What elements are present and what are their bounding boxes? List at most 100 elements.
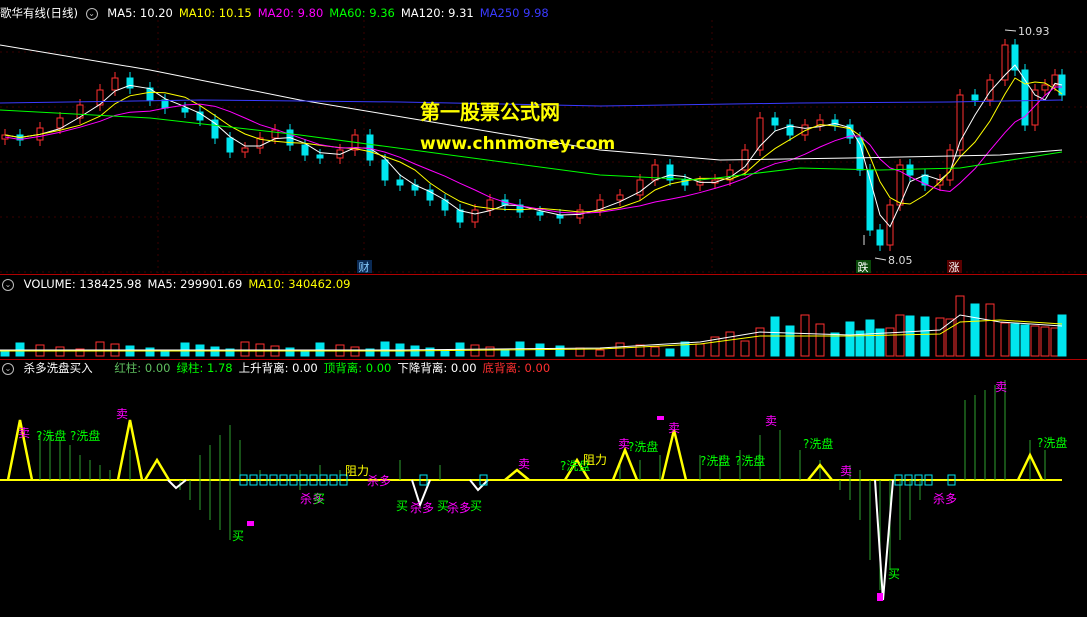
candle-body: [211, 119, 219, 139]
candle-body: [1041, 84, 1049, 91]
volume-bar: [285, 347, 295, 357]
candle-body: [181, 107, 189, 113]
volume-bar: [650, 346, 660, 357]
candle-body: [366, 134, 374, 161]
white-dip: [167, 479, 187, 490]
panel-separator: [0, 274, 1087, 275]
volume-bar: [895, 314, 905, 357]
buy-signal: 买: [396, 499, 408, 513]
resistance-label: 阻力: [345, 464, 369, 478]
collapse-icon[interactable]: ⌄: [2, 362, 14, 375]
indicator-chart[interactable]: 卖卖卖卖卖 卖卖卖?洗盘 ?洗盘?洗盘?洗盘?洗盘 ?洗盘?洗盘 ?洗盘阻力阻力杀多杀多…: [0, 375, 1087, 617]
wash-signal: ?洗盘: [628, 439, 658, 454]
volume-bar: [905, 315, 915, 357]
sell-signal: 卖: [995, 380, 1007, 394]
indicator-legend: 红柱: 0.00 绿柱: 1.78 上升背离: 0.00 顶背离: 0.00 下降背离:…: [114, 361, 556, 375]
candle-body: [226, 137, 234, 153]
sell-signal: 卖: [116, 407, 128, 421]
event-tag-zhang: 涨: [949, 261, 960, 273]
candle-body: [666, 164, 674, 181]
volume-legend-item-1: MA5: 299901.69: [147, 277, 243, 291]
yellow-peak: [660, 429, 688, 481]
wash-signal: ?洗盘: [700, 453, 730, 468]
candle-body: [381, 159, 389, 181]
sell-signal: 卖: [840, 464, 852, 478]
volume-bar: [95, 341, 105, 357]
kill-long-signal: 杀多: [410, 500, 434, 515]
volume-bar: [935, 317, 945, 357]
candle-body: [876, 229, 884, 246]
high-pointer: [1004, 29, 1017, 32]
candle-body: [301, 144, 309, 156]
wash-signal: ?洗盘: [735, 453, 765, 468]
yellow-peak: [143, 457, 171, 481]
watermark-url: www.chnmoney.com: [420, 134, 616, 154]
volume-bar: [485, 346, 495, 357]
volume-bar: [665, 348, 675, 357]
candle-body: [616, 194, 624, 201]
candle-body: [271, 129, 279, 139]
volume-bar: [1040, 326, 1050, 357]
buy-signal: 买: [232, 529, 244, 543]
volume-bar: [725, 331, 735, 357]
candle-body: [316, 154, 324, 159]
stock-chart-window: 歌华有线(日线) ⌄ MA5: 10.20 MA10: 10.15 MA20: 9.…: [0, 0, 1087, 617]
buy-signal: 买: [437, 499, 449, 513]
volume-bar: [970, 303, 980, 357]
watermark-cn: 第一股票公式网: [420, 100, 560, 124]
volume-legend-item-0: VOLUME: 138425.98: [23, 277, 142, 291]
volume-bar: [695, 343, 705, 357]
kill-long-signal: 杀多: [447, 500, 471, 515]
candle-body: [971, 94, 979, 101]
low-price-label: 8.05: [888, 254, 913, 267]
candle-body: [396, 179, 404, 186]
volume-chart[interactable]: [0, 290, 1087, 360]
sell-signal: 卖: [765, 414, 777, 428]
buy-signal: 买: [470, 499, 482, 513]
event-tag-cai: 财: [359, 260, 370, 273]
volume-bar: [955, 295, 965, 357]
collapse-icon[interactable]: ⌄: [2, 278, 14, 291]
indicator-legend-item-1: 绿柱: 1.78: [176, 361, 233, 375]
volume-bar: [985, 303, 995, 357]
sell-signal: 卖: [518, 457, 530, 471]
volume-bar: [1057, 314, 1067, 357]
wash-signal: ?洗盘: [70, 428, 100, 443]
volume-bar: [680, 341, 690, 357]
candle-body: [906, 164, 914, 176]
kill-long-signal: 杀多: [367, 473, 391, 488]
high-price-label: 10.93: [1018, 25, 1050, 38]
wash-signal: ?洗盘: [36, 428, 66, 443]
volume-bar: [555, 345, 565, 357]
volume-bar: [785, 325, 795, 357]
marker: [657, 416, 664, 420]
buy-signal: 买: [313, 492, 325, 506]
volume-bar: [1020, 324, 1030, 357]
volume-bar: [615, 342, 625, 357]
candle-body: [771, 117, 779, 126]
candle-body: [161, 99, 169, 109]
candle-body: [56, 117, 64, 129]
candle-body: [456, 209, 464, 223]
candle-body: [1011, 44, 1019, 71]
candle-body: [856, 137, 864, 171]
sell-signal: 卖: [668, 421, 680, 435]
marker: [247, 521, 254, 526]
wash-signal: ?洗盘: [1037, 435, 1067, 450]
candle-body: [536, 211, 544, 216]
indicator-title[interactable]: 杀多洗盘买入: [24, 361, 93, 375]
volume-bar: [1000, 322, 1010, 357]
candle-body: [471, 209, 479, 223]
marker: [877, 593, 883, 601]
kill-long-signal: 杀多: [933, 491, 957, 506]
candle-body: [111, 77, 119, 91]
sell-signal: 卖: [18, 426, 30, 440]
indicator-legend-item-2: 上升背离: 0.00: [238, 361, 318, 375]
indicator-panel-header: ⌄ 杀多洗盘买入 红柱: 0.00 绿柱: 1.78 上升背离: 0.00 顶背离: …: [0, 360, 562, 376]
volume-bar: [1010, 323, 1020, 357]
volume-bar: [865, 319, 875, 357]
volume-bar: [240, 341, 250, 357]
indicator-legend-item-3: 顶背离: 0.00: [323, 361, 392, 375]
indicator-legend-item-0: 红柱: 0.00: [114, 361, 171, 375]
resistance-label: 阻力: [583, 453, 607, 467]
